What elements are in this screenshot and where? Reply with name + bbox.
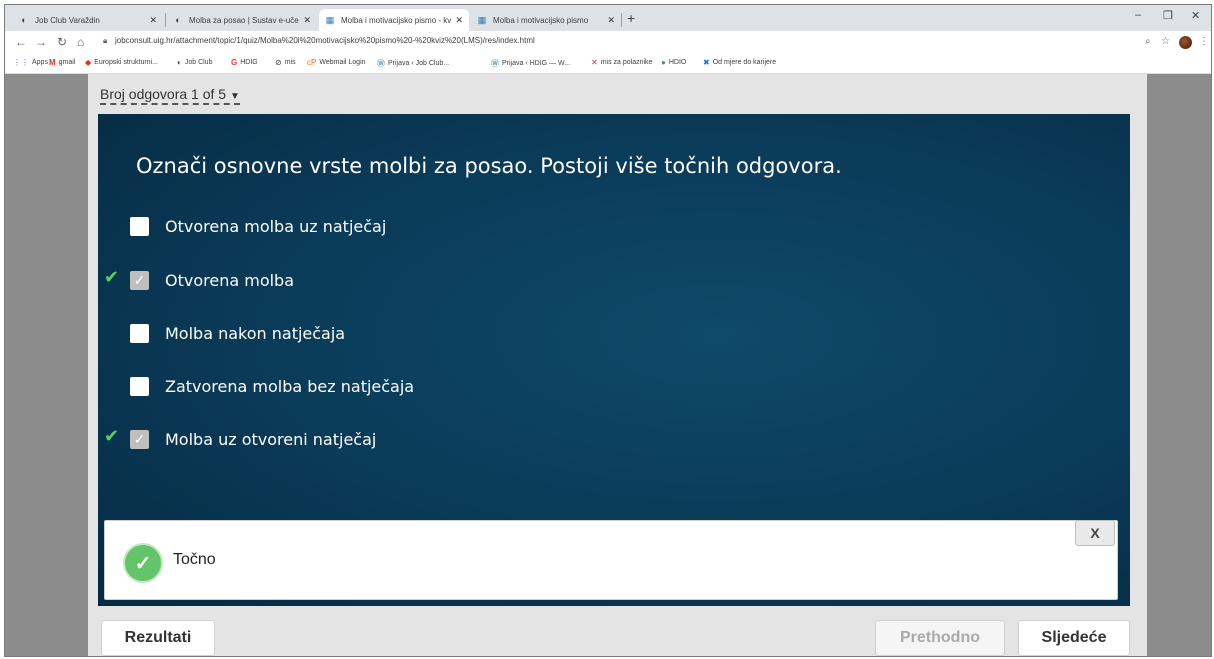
- close-tab-icon[interactable]: ✕: [303, 15, 311, 26]
- compass-icon: ⊘: [275, 58, 282, 67]
- tab-job-club[interactable]: ◐ Job Club Varaždin ✕: [13, 9, 163, 31]
- option-5[interactable]: ✓ Molba uz otvoreni natječaj: [130, 427, 376, 451]
- results-button[interactable]: Rezultati: [101, 620, 215, 656]
- home-icon[interactable]: ⌂: [77, 35, 84, 49]
- page-icon: ▦: [477, 14, 487, 25]
- bookmark-prijava-job-club[interactable]: Ⓦ Prijava ‹ Job Club...: [377, 58, 449, 69]
- circle-logo-icon: ◐: [21, 15, 27, 25]
- karijera-icon: ✖: [703, 58, 710, 67]
- tab-molba-pismo[interactable]: ▦ Molba i motivacijsko pismo ✕: [471, 9, 621, 31]
- wordpress-icon: Ⓦ: [491, 59, 499, 68]
- correct-check-icon: ✔: [104, 267, 120, 287]
- quiz-container: Broj odgovora 1 of 5 ▼ Označi osnovne vr…: [88, 74, 1147, 656]
- question-text: Označi osnovne vrste molbi za posao. Pos…: [136, 154, 842, 178]
- address-bar[interactable]: jobconsult.uig.hr/attachment/topic/1/qui…: [115, 36, 535, 45]
- webmail-icon: cP: [307, 58, 317, 67]
- tab-strip: ◐ Job Club Varaždin ✕ ◐ Molba za posao |…: [5, 5, 1211, 31]
- hdio-icon: ●: [661, 58, 666, 67]
- checkbox[interactable]: [130, 323, 149, 343]
- previous-button[interactable]: Prethodno: [875, 620, 1005, 656]
- checkbox-checked[interactable]: ✓: [130, 429, 149, 449]
- option-1[interactable]: Otvorena molba uz natječaj: [130, 214, 386, 238]
- feedback-close-button[interactable]: X: [1075, 520, 1115, 546]
- bookmark-od-mjere[interactable]: ✖ Od mjere do karijere: [703, 58, 776, 67]
- bookmark-mis-polaznike[interactable]: ✕ mis za polaznike: [591, 58, 652, 67]
- menu-icon[interactable]: ⋮: [1199, 36, 1209, 47]
- eu-icon: ◆: [85, 58, 92, 67]
- avatar[interactable]: [1179, 36, 1192, 49]
- page-content: Broj odgovora 1 of 5 ▼ Označi osnovne vr…: [5, 74, 1211, 656]
- reload-icon[interactable]: ↻: [57, 35, 67, 49]
- browser-window: ◐ Job Club Varaždin ✕ ◐ Molba za posao |…: [4, 4, 1212, 657]
- person-icon: ✕: [591, 58, 598, 67]
- lock-icon: 🔒︎: [103, 36, 108, 45]
- forward-icon[interactable]: →: [35, 35, 47, 49]
- gmail-icon: M: [49, 58, 56, 67]
- caret-down-icon: ▼: [229, 91, 240, 102]
- window-close-icon[interactable]: ✕: [1191, 9, 1200, 22]
- wordpress-icon: Ⓦ: [377, 59, 385, 68]
- checkbox-checked[interactable]: ✓: [130, 270, 149, 290]
- feedback-text: Točno: [173, 551, 216, 568]
- bookmark-apps[interactable]: ⋮⋮ Apps: [13, 58, 48, 67]
- bookmark-europski[interactable]: ◆ Europski strukturni...: [85, 58, 158, 67]
- apps-grid-icon: ⋮⋮: [13, 58, 29, 67]
- checkbox[interactable]: [130, 216, 149, 236]
- option-3[interactable]: Molba nakon natječaja: [130, 321, 345, 345]
- bookmark-mis[interactable]: ⊘ mis: [275, 58, 296, 67]
- next-button[interactable]: Sljedeće: [1018, 620, 1130, 656]
- star-icon[interactable]: ☆: [1161, 36, 1170, 47]
- bookmarks-bar: ⋮⋮ Apps Mgmail ◆ Europski strukturni... ◐ J…: [5, 55, 1211, 74]
- answer-counter-dropdown[interactable]: Broj odgovora 1 of 5 ▼: [100, 86, 240, 105]
- minimize-icon[interactable]: –: [1135, 9, 1141, 21]
- address-toolbar: ← → ↻ ⌂ 🔒︎ jobconsult.uig.hr/attachment/…: [5, 31, 1211, 55]
- bookmark-job-club[interactable]: ◐ Job Club: [177, 58, 212, 67]
- close-tab-icon[interactable]: ✕: [607, 15, 615, 26]
- bookmark-gmail[interactable]: Mgmail: [49, 58, 75, 67]
- question-panel: Označi osnovne vrste molbi za posao. Pos…: [98, 114, 1130, 606]
- close-tab-icon[interactable]: ✕: [455, 15, 463, 26]
- bookmark-prijava-hdig[interactable]: Ⓦ Prijava ‹ HDIG — W...: [491, 58, 570, 69]
- option-4[interactable]: Zatvorena molba bez natječaja: [130, 374, 414, 398]
- circle-logo-icon: ◐: [177, 58, 182, 67]
- close-tab-icon[interactable]: ✕: [149, 15, 157, 26]
- feedback-box: X ✓ Točno: [104, 520, 1118, 600]
- option-2[interactable]: ✓ Otvorena molba: [130, 268, 294, 292]
- back-icon[interactable]: ←: [15, 35, 27, 49]
- bookmark-hdig[interactable]: G HDIG: [231, 58, 258, 67]
- tab-molba-kviz[interactable]: ▦ Molba i motivacijsko pismo - kvi ✕: [319, 9, 469, 31]
- checkbox[interactable]: [130, 376, 149, 396]
- new-tab-icon[interactable]: +: [627, 10, 635, 26]
- page-icon: ▦: [325, 14, 335, 25]
- correct-check-icon: ✔: [104, 426, 120, 446]
- check-circle-icon: ✓: [123, 543, 163, 583]
- tab-molba-za-posao[interactable]: ◐ Molba za posao | Sustav e-učenj ✕: [167, 9, 317, 31]
- google-icon: G: [231, 58, 238, 67]
- bookmark-hdio[interactable]: ● HDIO: [661, 58, 686, 67]
- circle-logo-icon: ◐: [175, 15, 181, 25]
- zoom-icon[interactable]: ⌕: [1145, 36, 1151, 47]
- bookmark-webmail[interactable]: cP Webmail Login: [307, 58, 366, 67]
- restore-icon[interactable]: ❐: [1163, 9, 1173, 22]
